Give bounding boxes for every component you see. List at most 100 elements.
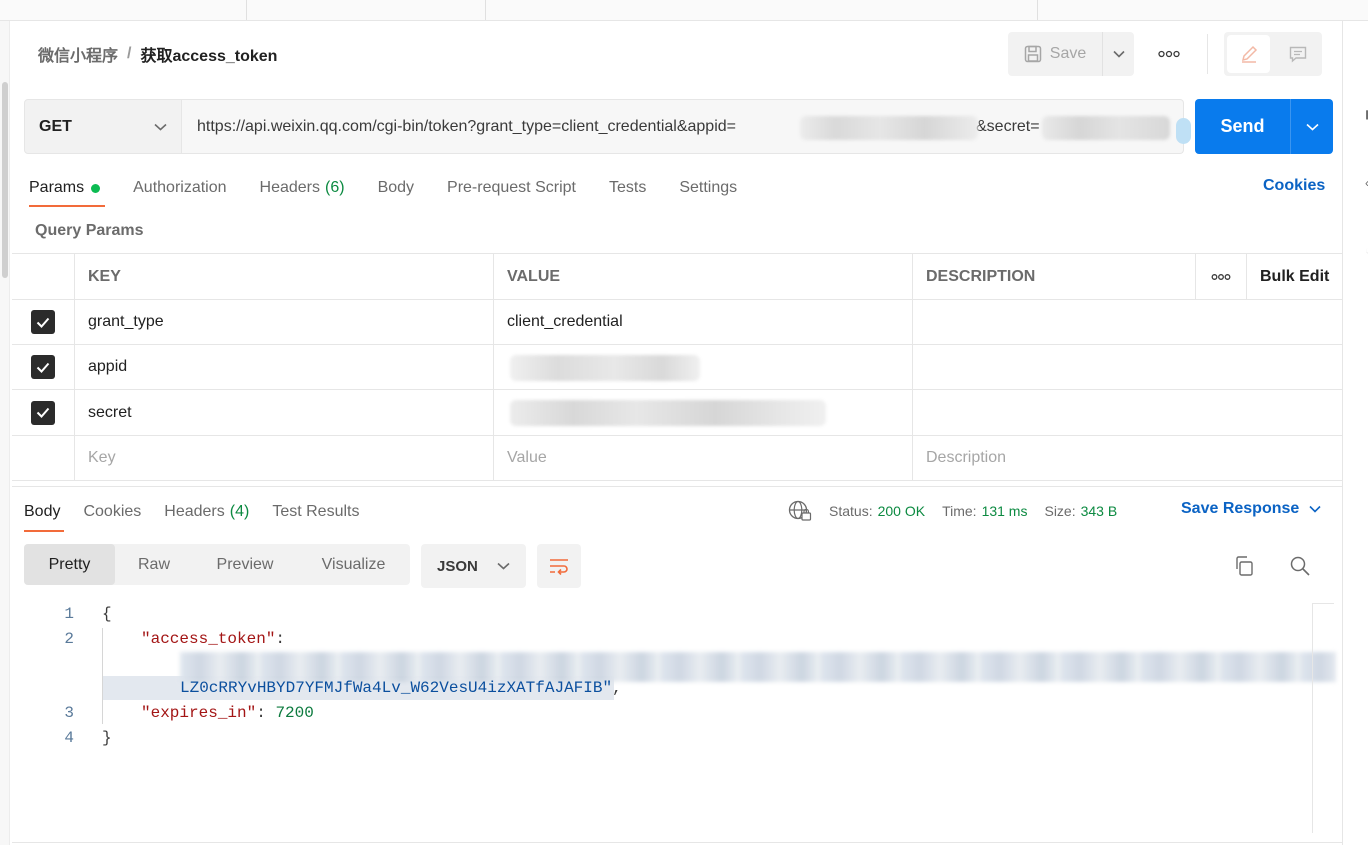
view-visualize-button[interactable]: Visualize [297,544,410,585]
format-select[interactable]: JSON [421,544,526,588]
tab-strip [0,0,1368,21]
method-select[interactable]: GET [24,99,182,154]
breadcrumb-separator: / [127,45,132,62]
tab-params[interactable]: Params [29,177,101,199]
url-input[interactable]: https://api.weixin.qq.com/cgi-bin/token?… [182,99,1184,154]
checkbox-checked[interactable] [31,355,55,379]
time-label: Time: [942,503,977,519]
param-key-cell[interactable]: grant_type [74,300,493,344]
save-button[interactable]: Save [1008,32,1102,76]
response-tab-underline [24,530,64,532]
send-button[interactable]: Send [1195,99,1290,154]
tab-tests[interactable]: Tests [609,177,646,199]
copy-icon [1236,556,1253,576]
new-value-input[interactable]: Value [493,436,912,480]
json-close-brace: } [102,729,112,747]
more-horizontal-icon [1158,50,1180,58]
wrap-lines-button[interactable] [537,544,581,588]
more-actions-button[interactable] [1152,42,1186,66]
tab-body[interactable]: Body [378,177,414,199]
json-token-tail-line: LZ0cRRYvHBYD7YFMJfWa4Lv_W62VesU4izXATfAJ… [180,679,622,697]
size-value[interactable]: 343 B [1081,503,1118,519]
breadcrumb-collection[interactable]: 微信小程序 [38,42,118,66]
tab-prerequest-script[interactable]: Pre-request Script [447,177,576,199]
size-label: Size: [1044,503,1076,519]
copy-button[interactable] [1232,554,1256,578]
param-key-cell[interactable]: appid [74,345,493,389]
checkbox-checked[interactable] [31,310,55,334]
json-colon: : [275,630,286,648]
line-number: 2 [64,630,74,648]
view-preview-button[interactable]: Preview [193,544,297,585]
indent-guide [102,628,103,724]
editor-scrollbar[interactable] [1312,603,1334,833]
table-row: secret [12,390,1342,436]
tab-headers[interactable]: Headers (6) [260,177,345,199]
search-button[interactable] [1288,554,1312,578]
cookies-link[interactable]: Cookies [1263,177,1325,195]
json-open-brace: { [102,605,112,623]
status-label: Status: [829,503,873,519]
new-description-input[interactable]: Description [912,436,1342,480]
view-pretty-button[interactable]: Pretty [24,544,115,585]
table-row: appid [12,345,1342,390]
tab-authorization[interactable]: Authorization [133,177,226,199]
redacted-token [180,652,1336,682]
tab-settings[interactable]: Settings [679,177,737,199]
view-raw-button[interactable]: Raw [115,544,193,585]
json-line-expires-in: "expires_in": 7200 [141,704,314,722]
json-comma: , [612,679,622,697]
bulk-edit-button[interactable]: Bulk Edit [1246,254,1342,299]
url-text: https://api.weixin.qq.com/cgi-bin/token?… [197,117,736,135]
tab-headers-label: Headers [259,179,320,196]
comments-button[interactable] [1273,32,1322,76]
tab-separator [485,0,486,20]
json-key-access-token: "access_token" [141,630,276,648]
param-description-cell[interactable] [912,345,1342,389]
globe-lock-icon[interactable] [788,500,812,522]
tab-separator [1037,0,1038,20]
param-description-cell[interactable] [912,300,1342,344]
save-response-button[interactable]: Save Response [1181,500,1321,518]
response-divider[interactable] [12,486,1342,487]
url-scroll-indicator [1176,118,1191,144]
param-description-cell[interactable] [912,390,1342,435]
row-checkbox[interactable] [12,390,74,435]
bottom-border [12,842,1342,843]
new-key-input[interactable]: Key [74,436,493,480]
column-options-button[interactable] [1195,254,1246,299]
response-tab-test-results[interactable]: Test Results [272,501,359,523]
right-sidebar-gutter: ▮ ‹ ◔ [1342,21,1368,845]
request-name[interactable]: 获取access_token [140,42,277,66]
save-response-label: Save Response [1181,500,1300,517]
params-active-dot [91,183,101,193]
edit-mode-button[interactable] [1227,35,1270,73]
value-column-header: VALUE [493,254,912,299]
time-value[interactable]: 131 ms [982,503,1028,519]
row-checkbox-empty [12,436,74,480]
redacted-secret-value [510,400,826,426]
param-value-cell[interactable]: client_credential [493,300,912,344]
redacted-secret [1042,116,1170,140]
headers-count: (6) [325,179,345,196]
send-dropdown-button[interactable] [1290,99,1333,154]
json-token-tail: LZ0cRRYvHBYD7YFMJfWa4Lv_W62VesU4izXATfAJ… [180,679,613,697]
chevron-down-icon [154,123,167,131]
response-tab-body[interactable]: Body [24,501,60,523]
send-group: Send [1195,99,1333,154]
response-tab-cookies[interactable]: Cookies [83,501,141,523]
row-checkbox[interactable] [12,345,74,389]
json-value-expires-in: 7200 [275,704,314,722]
json-key-expires-in: "expires_in" [141,704,257,722]
save-dropdown-button[interactable] [1102,32,1134,76]
redacted-appid-value [510,355,700,381]
line-number: 1 [64,605,74,623]
more-horizontal-icon [1211,273,1231,280]
checkbox-checked[interactable] [31,400,55,425]
param-key-cell[interactable]: secret [74,390,493,435]
response-tab-headers[interactable]: Headers (4) [164,501,249,523]
row-checkbox[interactable] [12,300,74,344]
checkbox-column-header [12,254,74,299]
pencil-icon [1241,45,1257,63]
left-scrollbar-thumb[interactable] [2,82,8,278]
